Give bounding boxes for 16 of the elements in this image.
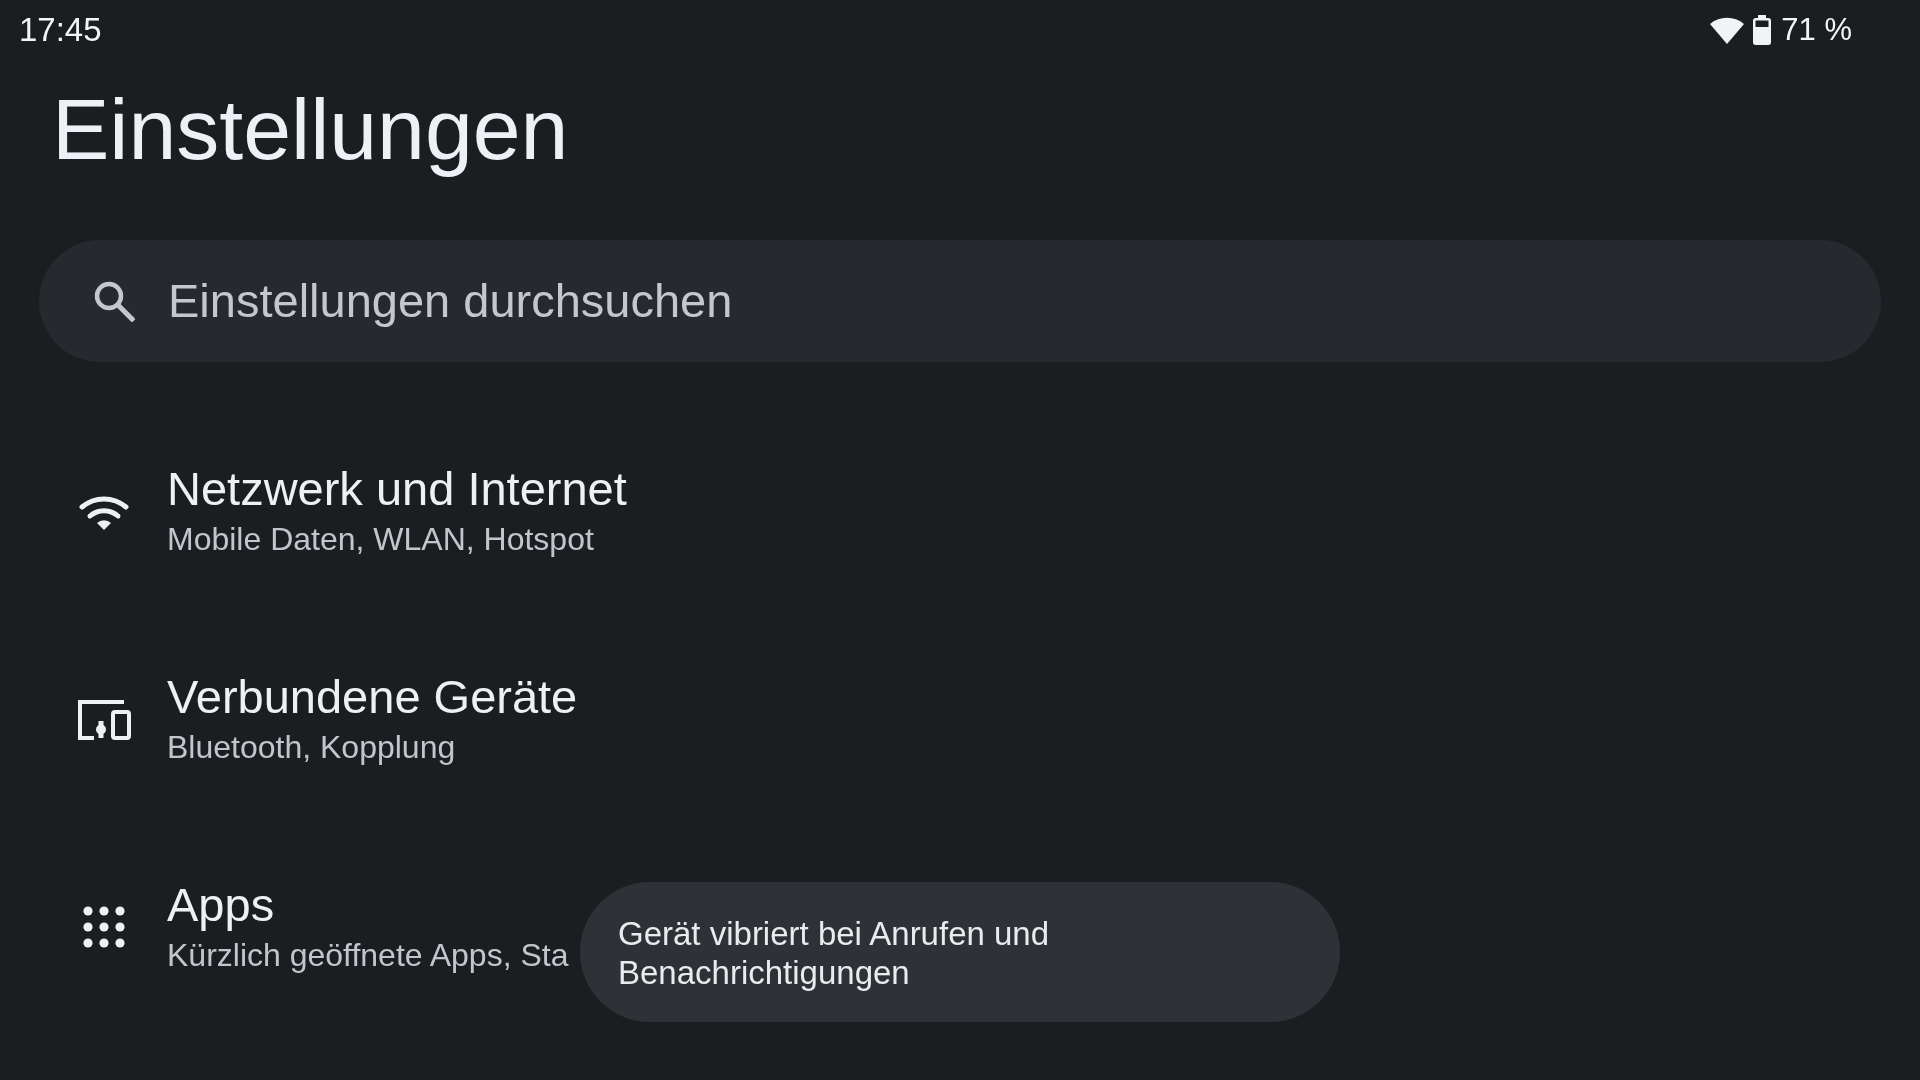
battery-icon <box>1753 15 1772 45</box>
item-title[interactable]: Apps <box>167 877 275 933</box>
page-title: Einstellungen <box>52 80 569 179</box>
dot-grid-icon <box>83 906 125 948</box>
item-subtitle: Bluetooth, Kopplung <box>167 728 456 767</box>
wifi-signal-icon <box>1709 16 1746 44</box>
clock-time: 17:45 <box>19 10 102 50</box>
item-title[interactable]: Netzwerk und Internet <box>167 461 627 517</box>
item-title[interactable]: Verbundene Geräte <box>167 669 578 725</box>
search-input[interactable]: Einstellungen durchsuchen <box>168 272 968 330</box>
item-subtitle: Kürzlich geöffnete Apps, Sta <box>167 936 569 975</box>
battery-percentage: 71 % <box>1781 11 1852 49</box>
devices-icon <box>77 698 131 740</box>
search-icon <box>93 280 135 322</box>
toast-text: Gerät vibriert bei Anrufen und Benachrichtigungen <box>618 914 1051 992</box>
item-subtitle: Mobile Daten, WLAN, Hotspot <box>167 520 594 559</box>
